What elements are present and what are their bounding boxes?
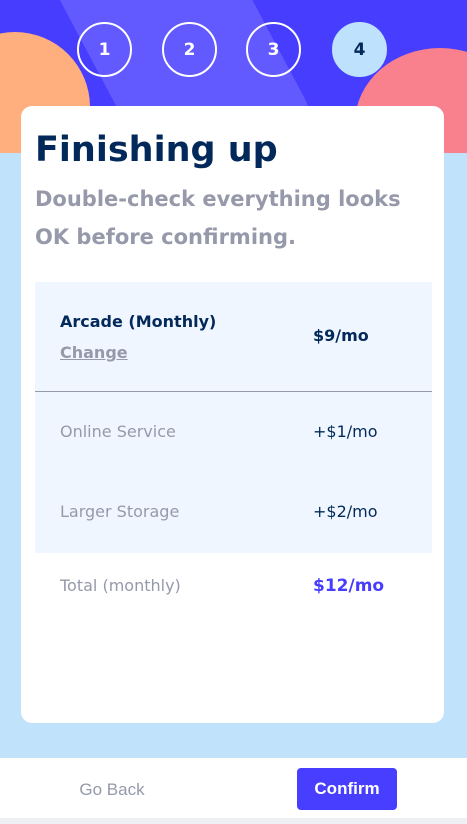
go-back-button[interactable]: Go Back — [60, 772, 164, 808]
addon-row: Online Service +$1/mo — [35, 422, 432, 452]
step-3[interactable]: 3 — [246, 22, 301, 77]
addon-price: +$2/mo — [313, 502, 378, 521]
total-row: Total (monthly) $12/mo — [35, 576, 432, 606]
plan-row: Arcade (Monthly) Change $9/mo — [35, 282, 432, 392]
total-label: Total (monthly) — [60, 576, 181, 595]
page-title: Finishing up — [35, 130, 278, 170]
footer-bar: Go Back Confirm — [0, 758, 467, 818]
footer-divider — [0, 818, 467, 824]
order-summary: Arcade (Monthly) Change $9/mo Online Ser… — [35, 282, 432, 553]
step-indicator: 1 2 3 4 — [0, 22, 467, 78]
plan-name: Arcade (Monthly) — [60, 312, 217, 331]
summary-card: Finishing up Double-check everything loo… — [21, 106, 444, 723]
addon-price: +$1/mo — [313, 422, 378, 441]
plan-price: $9/mo — [313, 326, 369, 345]
addon-row: Larger Storage +$2/mo — [35, 502, 432, 532]
page-subtitle: Double-check everything looks OK before … — [35, 187, 401, 249]
total-price: $12/mo — [313, 576, 385, 596]
step-2[interactable]: 2 — [162, 22, 217, 77]
addon-name: Larger Storage — [60, 502, 180, 521]
step-4-active[interactable]: 4 — [332, 22, 387, 77]
step-1[interactable]: 1 — [77, 22, 132, 77]
addon-name: Online Service — [60, 422, 176, 441]
change-plan-link[interactable]: Change — [60, 343, 128, 362]
confirm-button[interactable]: Confirm — [297, 768, 397, 810]
